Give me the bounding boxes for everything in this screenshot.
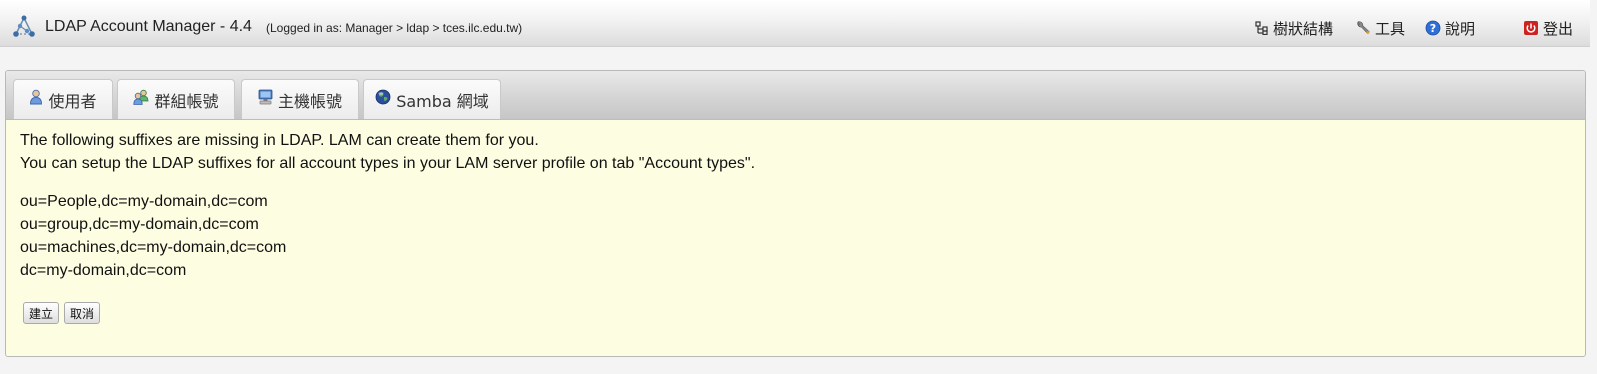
- content-area: The following suffixes are missing in LD…: [20, 129, 755, 282]
- app-title: LDAP Account Manager - 4.4: [45, 18, 252, 35]
- main-panel: 使用者 群組帳號 主機帳號 Samba 網域 The following suf…: [5, 70, 1586, 357]
- list-item: ou=group,dc=my-domain,dc=com: [20, 216, 259, 233]
- help-link[interactable]: ? 說明: [1425, 18, 1475, 38]
- cancel-button[interactable]: 取消: [64, 302, 101, 324]
- tab-hosts[interactable]: 主機帳號: [241, 79, 359, 119]
- power-logout-icon: [1524, 21, 1538, 35]
- tools-link[interactable]: 工具: [1355, 18, 1405, 38]
- help-label: 說明: [1445, 19, 1476, 38]
- tab-hosts-label: 主機帳號: [277, 91, 342, 111]
- help-question-icon: ?: [1425, 20, 1441, 36]
- logout-link[interactable]: 登出: [1523, 18, 1573, 38]
- tree-view-icon: [1255, 21, 1268, 35]
- missing-suffix-list: ou=People,dc=my-domain,dc=com ou=group,d…: [20, 190, 755, 282]
- tab-groups[interactable]: 群組帳號: [117, 79, 235, 119]
- tab-users-label: 使用者: [48, 91, 97, 111]
- list-item: ou=People,dc=my-domain,dc=com: [20, 193, 268, 210]
- tab-groups-label: 群組帳號: [154, 91, 219, 111]
- tools-label: 工具: [1375, 19, 1406, 38]
- computer-icon: [258, 89, 273, 104]
- tree-view-label: 樹狀結構: [1273, 19, 1334, 38]
- account-type-tabbar: 使用者 群組帳號 主機帳號 Samba 網域: [6, 71, 1585, 120]
- list-item: ou=machines,dc=my-domain,dc=com: [20, 239, 287, 256]
- svg-text:?: ?: [1430, 22, 1436, 35]
- tab-samba-domains[interactable]: Samba 網域: [363, 79, 501, 119]
- group-icon: [133, 89, 149, 105]
- login-info: (Logged in as: Manager > ldap > tces.ilc…: [266, 21, 523, 35]
- wrench-tools-icon: [1357, 20, 1370, 34]
- message-line-1: The following suffixes are missing in LD…: [20, 132, 539, 149]
- action-buttons: 建立 取消: [23, 302, 101, 324]
- top-header: LDAP Account Manager - 4.4 (Logged in as…: [0, 0, 1590, 47]
- tab-samba-label: Samba 網域: [396, 91, 489, 111]
- lam-logo-icon: [11, 15, 37, 39]
- user-icon: [30, 89, 43, 104]
- globe-icon: [375, 89, 391, 104]
- logout-label: 登出: [1543, 19, 1574, 38]
- message-line-2: You can setup the LDAP suffixes for all …: [20, 155, 756, 172]
- create-button[interactable]: 建立: [23, 302, 60, 324]
- list-item: dc=my-domain,dc=com: [20, 262, 187, 279]
- tree-view-link[interactable]: 樹狀結構: [1255, 18, 1333, 38]
- tab-users[interactable]: 使用者: [13, 79, 113, 119]
